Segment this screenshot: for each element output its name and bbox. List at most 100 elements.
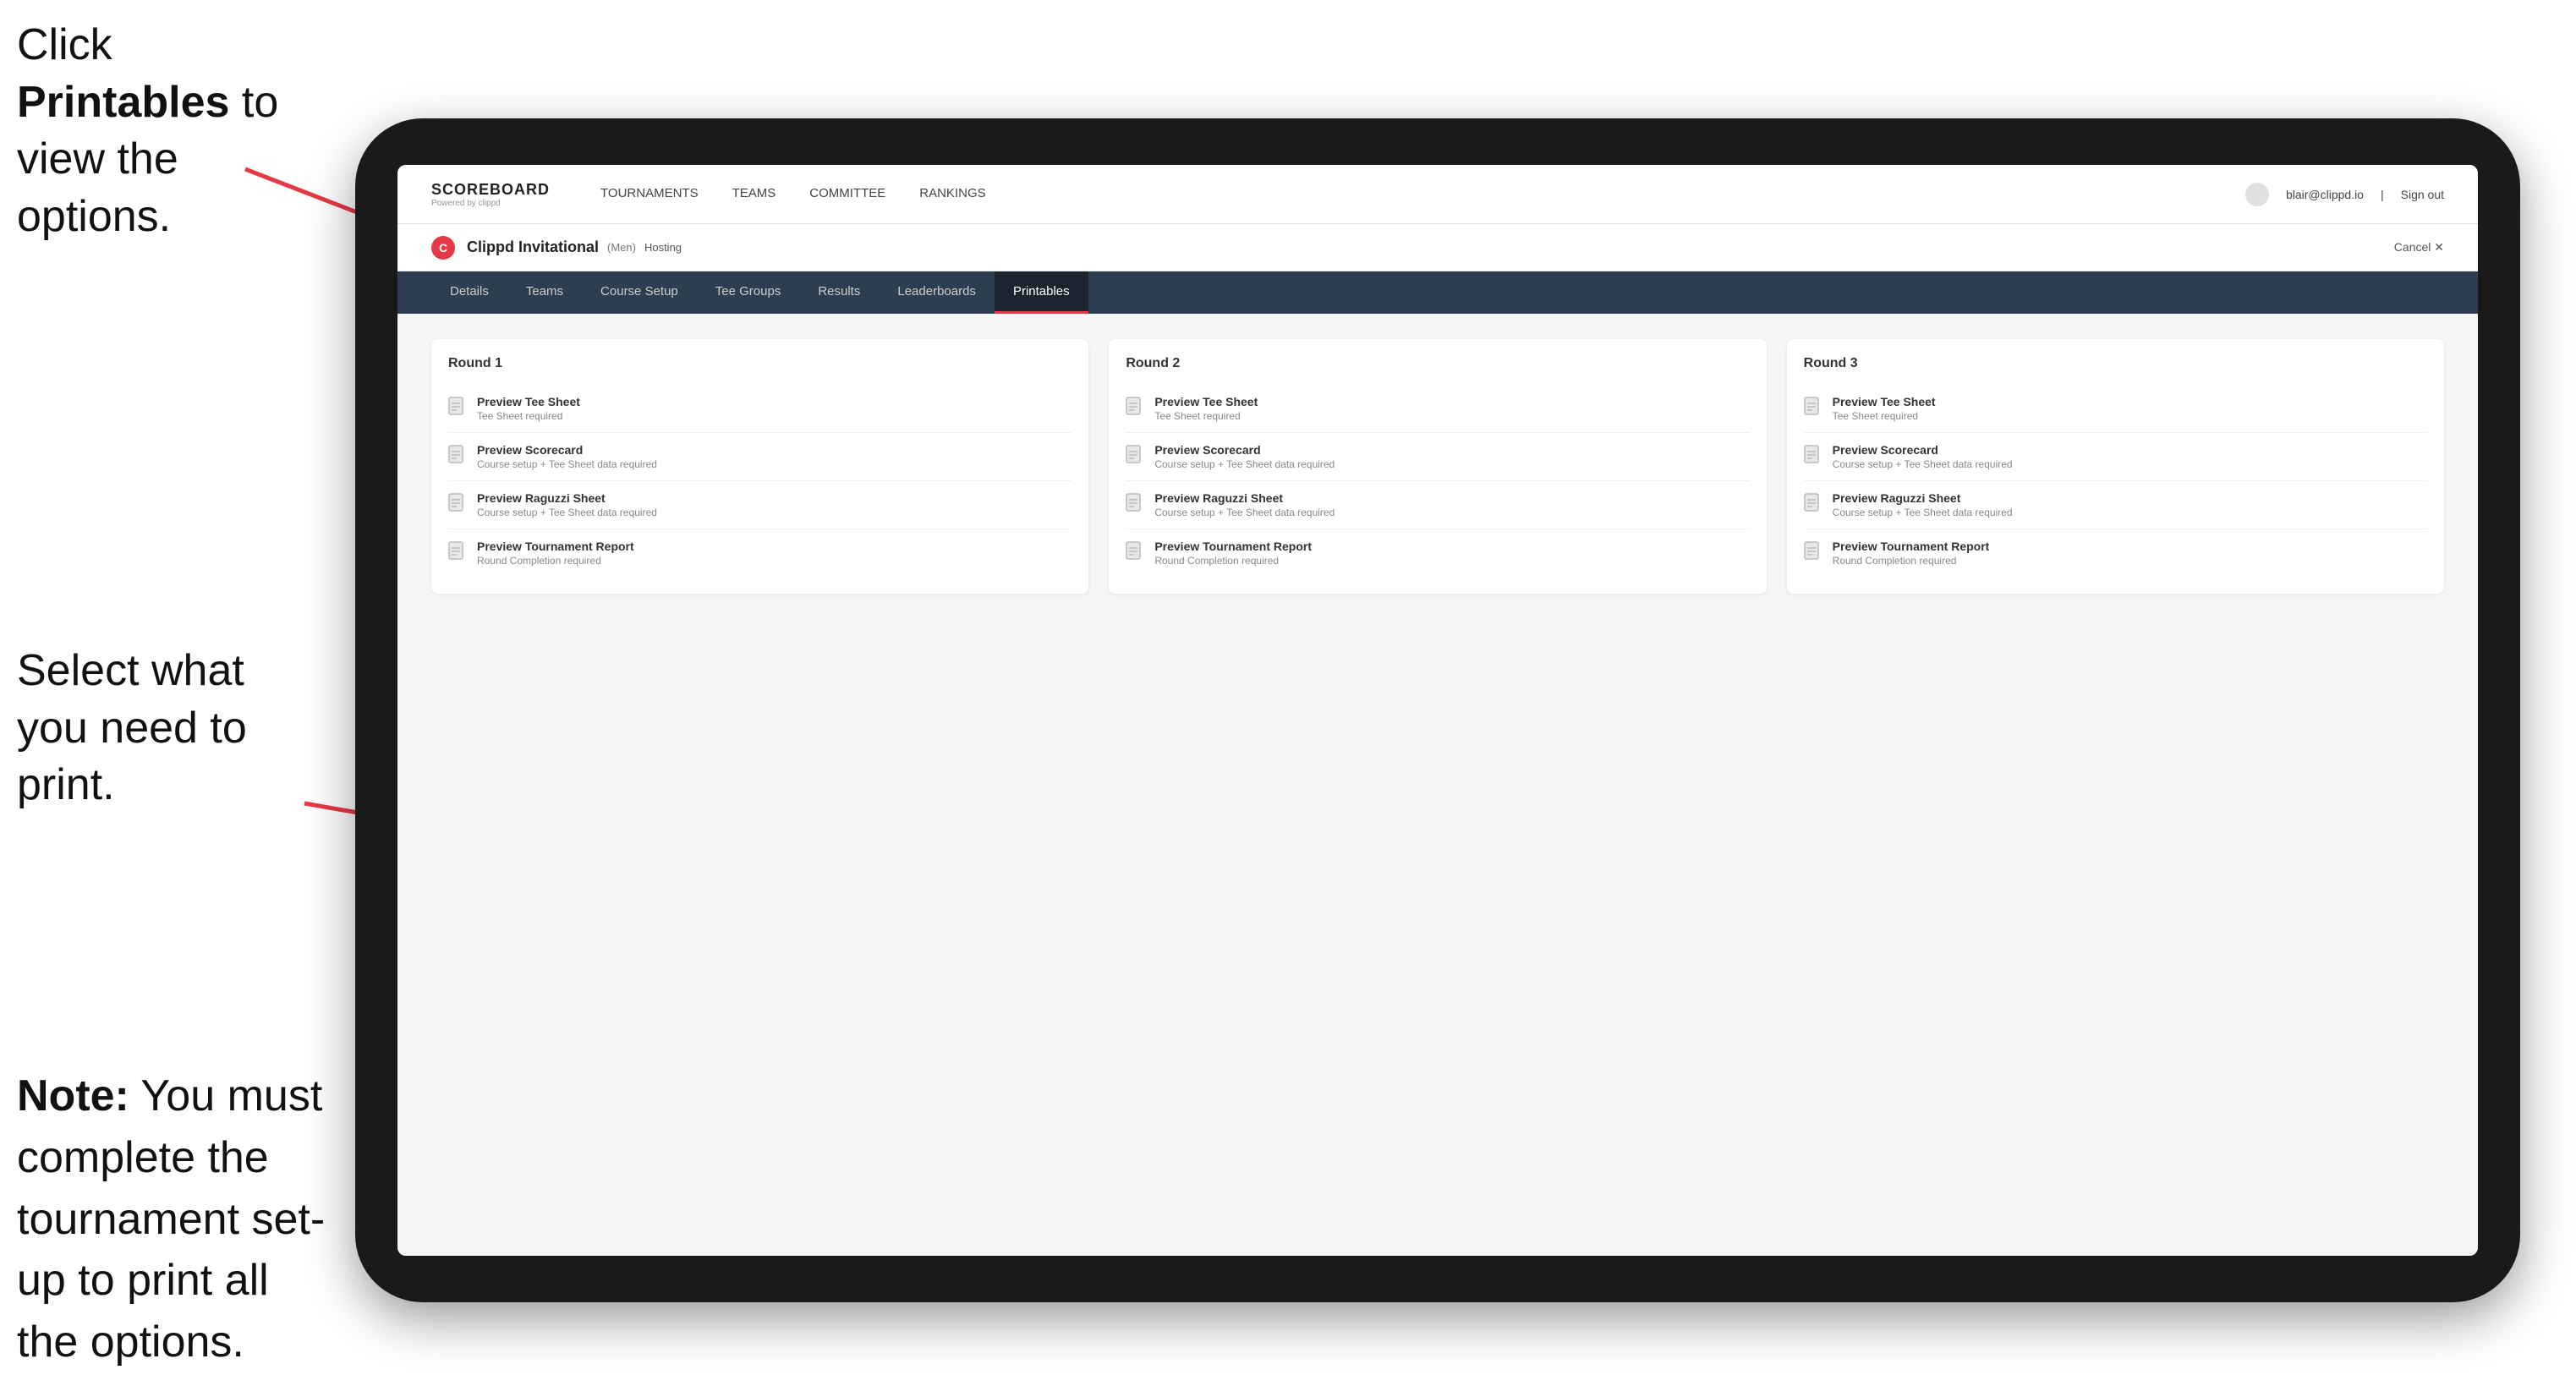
annotation-bottom: Note: You must complete the tournament s… (17, 1066, 338, 1373)
round3-report-title: Preview Tournament Report (1833, 540, 1990, 553)
user-avatar (2245, 183, 2269, 206)
tab-printables[interactable]: Printables (995, 271, 1088, 314)
sign-out-link[interactable]: | (2381, 188, 2384, 201)
tab-tee-groups[interactable]: Tee Groups (697, 271, 800, 314)
user-email: blair@clippd.io (2286, 188, 2364, 201)
tournament-name: Clippd Invitational (467, 238, 599, 256)
round1-tournament-report[interactable]: Preview Tournament Report Round Completi… (448, 529, 1072, 577)
round3-raguzzi-title: Preview Raguzzi Sheet (1833, 491, 2013, 505)
tournament-logo: C (431, 236, 455, 260)
document-icon-3 (448, 493, 467, 515)
nav-committee[interactable]: COMMITTEE (809, 183, 885, 205)
printables-bold: Printables (17, 78, 229, 127)
round-3-section: Round 3 Preview Tee Sheet Tee Sheet requ… (1787, 339, 2444, 594)
document-icon (448, 397, 467, 419)
round-1-section: Round 1 Preview Tee Sheet Tee Sheet requ… (431, 339, 1088, 594)
round-3-title: Round 3 (1804, 356, 2427, 371)
hosting-badge: Hosting (644, 241, 682, 254)
document-icon-7 (1126, 493, 1144, 515)
round1-tee-sheet-title: Preview Tee Sheet (477, 395, 580, 408)
annotation-middle: Select what you need to print. (17, 643, 304, 814)
round3-scorecard[interactable]: Preview Scorecard Course setup + Tee She… (1804, 433, 2427, 481)
round2-scorecard-subtitle: Course setup + Tee Sheet data required (1154, 458, 1335, 470)
tab-details[interactable]: Details (431, 271, 507, 314)
round1-tee-sheet[interactable]: Preview Tee Sheet Tee Sheet required (448, 385, 1072, 433)
sign-out-button[interactable]: Sign out (2401, 188, 2444, 201)
tab-results[interactable]: Results (799, 271, 879, 314)
round3-scorecard-subtitle: Course setup + Tee Sheet data required (1833, 458, 2013, 470)
round3-scorecard-title: Preview Scorecard (1833, 443, 2013, 457)
round2-raguzzi[interactable]: Preview Raguzzi Sheet Course setup + Tee… (1126, 481, 1749, 529)
round3-tournament-report[interactable]: Preview Tournament Report Round Completi… (1804, 529, 2427, 577)
round3-raguzzi-subtitle: Course setup + Tee Sheet data required (1833, 507, 2013, 518)
round2-report-text: Preview Tournament Report Round Completi… (1154, 540, 1312, 567)
round3-tee-sheet[interactable]: Preview Tee Sheet Tee Sheet required (1804, 385, 2427, 433)
nav-teams[interactable]: TEAMS (732, 183, 776, 205)
round3-report-text: Preview Tournament Report Round Completi… (1833, 540, 1990, 567)
round2-scorecard[interactable]: Preview Scorecard Course setup + Tee She… (1126, 433, 1749, 481)
round2-report-title: Preview Tournament Report (1154, 540, 1312, 553)
round2-tee-sheet-subtitle: Tee Sheet required (1154, 410, 1258, 422)
powered-by: Powered by clippd (431, 199, 550, 208)
tab-course-setup[interactable]: Course Setup (582, 271, 697, 314)
tournament-badge: (Men) (607, 241, 636, 254)
tablet-frame: SCOREBOARD Powered by clippd TOURNAMENTS… (355, 118, 2520, 1302)
document-icon-6 (1126, 445, 1144, 467)
round3-report-subtitle: Round Completion required (1833, 555, 1990, 567)
scoreboard-title: SCOREBOARD (431, 181, 550, 199)
main-content: Round 1 Preview Tee Sheet Tee Sheet requ… (397, 314, 2478, 1256)
round1-scorecard[interactable]: Preview Scorecard Course setup + Tee She… (448, 433, 1072, 481)
document-icon-2 (448, 445, 467, 467)
document-icon-10 (1804, 445, 1822, 467)
document-icon-9 (1804, 397, 1822, 419)
round-1-title: Round 1 (448, 356, 1072, 371)
nav-tournaments[interactable]: TOURNAMENTS (600, 183, 699, 205)
round2-raguzzi-title: Preview Raguzzi Sheet (1154, 491, 1335, 505)
round2-tee-sheet-text: Preview Tee Sheet Tee Sheet required (1154, 395, 1258, 422)
round1-tee-sheet-text: Preview Tee Sheet Tee Sheet required (477, 395, 580, 422)
tournament-header: C Clippd Invitational (Men) Hosting Canc… (397, 224, 2478, 271)
tab-teams[interactable]: Teams (507, 271, 582, 314)
round3-raguzzi[interactable]: Preview Raguzzi Sheet Course setup + Tee… (1804, 481, 2427, 529)
top-nav: SCOREBOARD Powered by clippd TOURNAMENTS… (397, 165, 2478, 224)
round3-tee-sheet-subtitle: Tee Sheet required (1833, 410, 1936, 422)
document-icon-11 (1804, 493, 1822, 515)
nav-links: TOURNAMENTS TEAMS COMMITTEE RANKINGS (600, 183, 2203, 205)
sub-nav: Details Teams Course Setup Tee Groups Re… (397, 271, 2478, 314)
round1-raguzzi-title: Preview Raguzzi Sheet (477, 491, 657, 505)
round-2-section: Round 2 Preview Tee Sheet Tee Sheet requ… (1109, 339, 1766, 594)
round3-tee-sheet-text: Preview Tee Sheet Tee Sheet required (1833, 395, 1936, 422)
cancel-button[interactable]: Cancel ✕ (2394, 240, 2444, 255)
round-2-title: Round 2 (1126, 356, 1749, 371)
round1-scorecard-title: Preview Scorecard (477, 443, 657, 457)
round2-scorecard-text: Preview Scorecard Course setup + Tee She… (1154, 443, 1335, 470)
round1-raguzzi-text: Preview Raguzzi Sheet Course setup + Tee… (477, 491, 657, 518)
round1-raguzzi[interactable]: Preview Raguzzi Sheet Course setup + Tee… (448, 481, 1072, 529)
round2-report-subtitle: Round Completion required (1154, 555, 1312, 567)
document-icon-4 (448, 541, 467, 563)
round1-scorecard-subtitle: Course setup + Tee Sheet data required (477, 458, 657, 470)
round2-raguzzi-subtitle: Course setup + Tee Sheet data required (1154, 507, 1335, 518)
round3-scorecard-text: Preview Scorecard Course setup + Tee She… (1833, 443, 2013, 470)
nav-rankings[interactable]: RANKINGS (919, 183, 985, 205)
round3-raguzzi-text: Preview Raguzzi Sheet Course setup + Tee… (1833, 491, 2013, 518)
tab-leaderboards[interactable]: Leaderboards (879, 271, 995, 314)
round1-tee-sheet-subtitle: Tee Sheet required (477, 410, 580, 422)
round1-scorecard-text: Preview Scorecard Course setup + Tee She… (477, 443, 657, 470)
scoreboard-logo: SCOREBOARD Powered by clippd (431, 181, 550, 208)
round1-report-title: Preview Tournament Report (477, 540, 634, 553)
document-icon-5 (1126, 397, 1144, 419)
nav-right: blair@clippd.io | Sign out (2245, 183, 2444, 206)
rounds-grid: Round 1 Preview Tee Sheet Tee Sheet requ… (431, 339, 2444, 594)
document-icon-8 (1126, 541, 1144, 563)
round2-tournament-report[interactable]: Preview Tournament Report Round Completi… (1126, 529, 1749, 577)
round2-tee-sheet[interactable]: Preview Tee Sheet Tee Sheet required (1126, 385, 1749, 433)
round2-scorecard-title: Preview Scorecard (1154, 443, 1335, 457)
round3-tee-sheet-title: Preview Tee Sheet (1833, 395, 1936, 408)
round2-tee-sheet-title: Preview Tee Sheet (1154, 395, 1258, 408)
document-icon-12 (1804, 541, 1822, 563)
round1-raguzzi-subtitle: Course setup + Tee Sheet data required (477, 507, 657, 518)
note-bold: Note: (17, 1071, 129, 1120)
round2-raguzzi-text: Preview Raguzzi Sheet Course setup + Tee… (1154, 491, 1335, 518)
round1-report-text: Preview Tournament Report Round Completi… (477, 540, 634, 567)
